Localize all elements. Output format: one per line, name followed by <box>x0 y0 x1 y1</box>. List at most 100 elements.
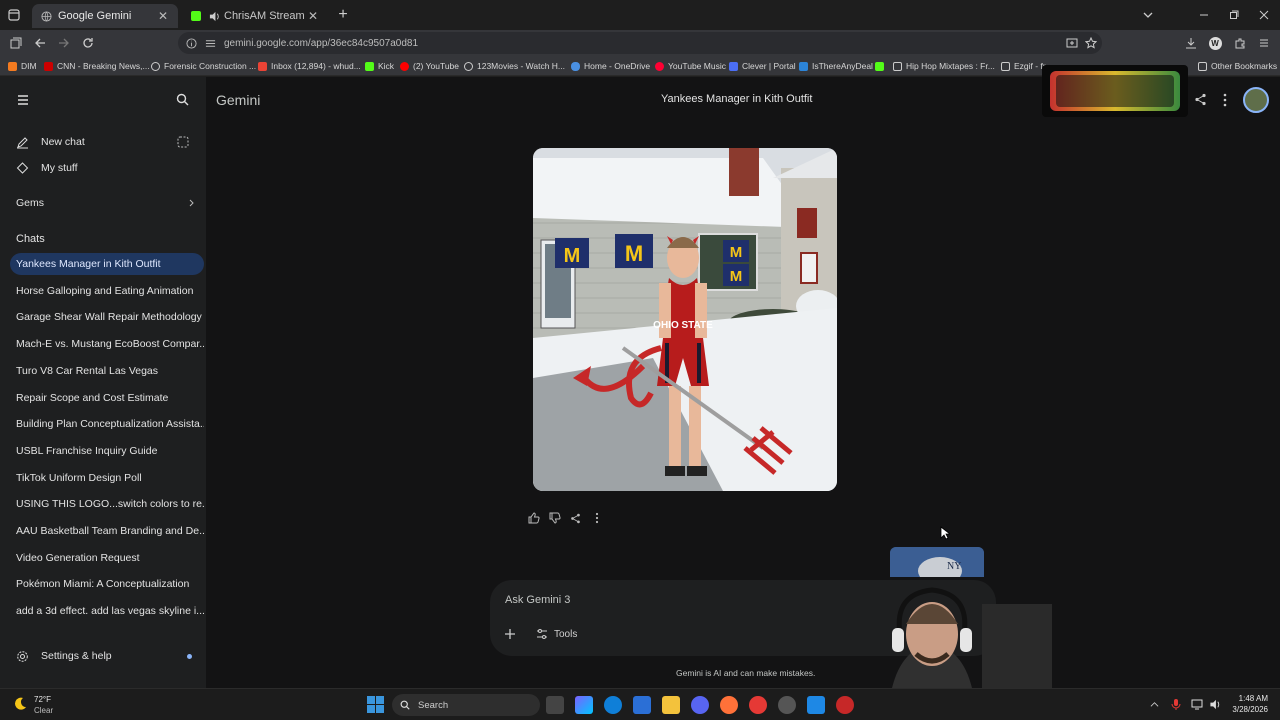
extensions-icon[interactable] <box>1232 35 1248 51</box>
edge-icon[interactable] <box>604 696 622 714</box>
gems-label: Gems <box>16 197 45 209</box>
address-bar[interactable]: gemini.google.com/app/36ec84c9507a0d81 <box>178 32 1102 54</box>
gems-item[interactable]: Gems <box>10 192 204 214</box>
bookmark-item[interactable]: Clever | Portal <box>729 59 796 73</box>
tab-google-gemini[interactable]: Google Gemini ✕ <box>32 4 178 28</box>
close-tab-icon[interactable]: ✕ <box>156 9 170 23</box>
file-explorer-icon[interactable] <box>662 696 680 714</box>
tab-search-icon[interactable] <box>6 7 22 23</box>
copilot-icon[interactable] <box>575 696 593 714</box>
windows-taskbar: 72°F Clear Search 1:48 AM 3/28/2026 <box>0 688 1280 720</box>
bookmark-item[interactable]: Ezgif - fr <box>1001 59 1046 73</box>
bookmark-star-icon[interactable] <box>1083 35 1099 51</box>
collections-icon[interactable] <box>8 35 24 51</box>
microphone-icon[interactable] <box>1171 698 1181 711</box>
bookmark-item[interactable]: IsThereAnyDeal <box>799 59 873 73</box>
chat-item[interactable]: Building Plan Conceptualization Assista.… <box>10 413 204 435</box>
bookmark-item[interactable]: DIM <box>8 59 37 73</box>
restore-icon[interactable] <box>1226 7 1242 23</box>
chat-item[interactable]: Horse Galloping and Eating Animation <box>10 280 204 302</box>
weather-condition[interactable]: Clear <box>34 706 53 715</box>
firefox-icon[interactable] <box>720 696 738 714</box>
audio-playing-icon[interactable] <box>208 10 220 22</box>
shirt-text: OHIO STATE <box>653 320 713 331</box>
attachment-thumbnail[interactable]: NY <box>890 547 984 577</box>
clock-time[interactable]: 1:48 AM <box>1228 694 1268 703</box>
chat-item[interactable]: Garage Shear Wall Repair Methodology <box>10 306 204 328</box>
windows-start-icon[interactable] <box>367 696 384 713</box>
share-icon[interactable] <box>1194 93 1207 106</box>
site-info-icon[interactable] <box>186 37 197 49</box>
gemini-logo-text[interactable]: Gemini <box>216 92 260 108</box>
bookmark-item[interactable]: Forensic Construction ... <box>151 59 256 73</box>
temporary-chat-icon[interactable] <box>176 135 190 149</box>
obs-icon[interactable] <box>836 696 854 714</box>
share-response-icon[interactable] <box>570 513 581 524</box>
add-attachment-icon[interactable] <box>504 628 516 640</box>
new-tab-icon[interactable]: + <box>335 6 351 23</box>
chat-title: Yankees Manager in Kith Outfit <box>661 93 813 105</box>
hamburger-menu-icon[interactable] <box>16 93 30 107</box>
back-icon[interactable] <box>32 35 48 51</box>
search-icon[interactable] <box>176 93 189 106</box>
forward-icon[interactable] <box>56 35 72 51</box>
weather-moon-icon[interactable] <box>12 696 28 712</box>
chat-item[interactable]: Video Generation Request <box>10 547 204 569</box>
minimize-icon[interactable] <box>1196 7 1212 23</box>
chat-item[interactable]: USING THIS LOGO...switch colors to re... <box>10 493 204 515</box>
my-stuff-button[interactable]: My stuff <box>10 157 204 179</box>
tab-chrisam-stream[interactable]: ChrisAM Stream - Watch Li ✕ <box>182 4 328 28</box>
chat-item[interactable]: Pokémon Miami: A Conceptualization <box>10 573 204 595</box>
downloads-icon[interactable] <box>1183 35 1199 51</box>
menu-icon[interactable] <box>1256 35 1272 51</box>
bookmark-item[interactable] <box>875 59 888 73</box>
chat-item[interactable]: Repair Scope and Cost Estimate <box>10 387 204 409</box>
chat-item[interactable]: USBL Franchise Inquiry Guide <box>10 440 204 462</box>
volume-icon[interactable] <box>1209 699 1221 710</box>
weather-temp[interactable]: 72°F <box>34 695 51 704</box>
tray-chevron-icon[interactable] <box>1150 700 1159 709</box>
bookmark-item[interactable]: Home - OneDrive <box>571 59 650 73</box>
bookmark-item[interactable]: CNN - Breaking News,... <box>44 59 150 73</box>
network-icon[interactable] <box>1191 699 1203 710</box>
close-window-icon[interactable] <box>1256 7 1272 23</box>
bookmark-item[interactable]: Kick <box>365 59 394 73</box>
chat-item-label: AAU Basketball Team Branding and De... <box>16 525 204 537</box>
clock-date[interactable]: 3/28/2026 <box>1224 705 1268 714</box>
bookmark-item[interactable]: YouTube Music <box>655 59 726 73</box>
more-options-icon[interactable] <box>1221 93 1229 107</box>
bookmark-item[interactable]: 123Movies - Watch H... <box>464 59 565 73</box>
settings-help-button[interactable]: Settings & help <box>10 645 204 667</box>
thumbs-down-icon[interactable] <box>549 512 561 524</box>
settings-app-icon[interactable] <box>778 696 796 714</box>
prompt-input[interactable]: Ask Gemini 3 <box>505 594 570 606</box>
bookmark-item[interactable]: Hip Hop Mixtapes : Fr... <box>893 59 995 73</box>
media-app-icon[interactable] <box>749 696 767 714</box>
generated-image[interactable]: M M M M OHIO STATE <box>533 148 837 491</box>
chat-item[interactable]: TikTok Uniform Design Poll <box>10 467 204 489</box>
chat-item[interactable]: add a 3d effect. add las vegas skyline i… <box>10 600 204 622</box>
tab-list-chevron-icon[interactable] <box>1140 7 1156 23</box>
response-more-icon[interactable] <box>594 512 600 524</box>
account-avatar[interactable] <box>1243 87 1269 113</box>
reload-icon[interactable] <box>80 35 96 51</box>
discord-icon[interactable] <box>691 696 709 714</box>
other-bookmarks[interactable]: Other Bookmarks <box>1198 59 1277 73</box>
thumbs-up-icon[interactable] <box>528 512 540 524</box>
bookmark-item[interactable]: Inbox (12,894) - whud... <box>258 59 361 73</box>
taskbar-search-box[interactable]: Search <box>392 694 540 716</box>
bookmark-item[interactable]: (2) YouTube <box>400 59 459 73</box>
chat-item[interactable]: AAU Basketball Team Branding and De... <box>10 520 204 542</box>
tools-button[interactable]: Tools <box>536 628 577 640</box>
new-chat-button[interactable]: New chat <box>10 131 204 153</box>
chat-item[interactable]: Mach-E vs. Mustang EcoBoost Compar... <box>10 333 204 355</box>
app-icon[interactable] <box>807 696 825 714</box>
page-customize-icon[interactable] <box>205 38 216 49</box>
install-app-icon[interactable] <box>1064 35 1080 51</box>
task-view-icon[interactable] <box>546 696 564 714</box>
store-icon[interactable] <box>633 696 651 714</box>
close-tab-icon[interactable]: ✕ <box>306 9 320 23</box>
chat-item[interactable]: Yankees Manager in Kith Outfit <box>10 253 204 275</box>
chat-item[interactable]: Turo V8 Car Rental Las Vegas <box>10 360 204 382</box>
profile-w-icon[interactable]: W <box>1207 35 1223 51</box>
